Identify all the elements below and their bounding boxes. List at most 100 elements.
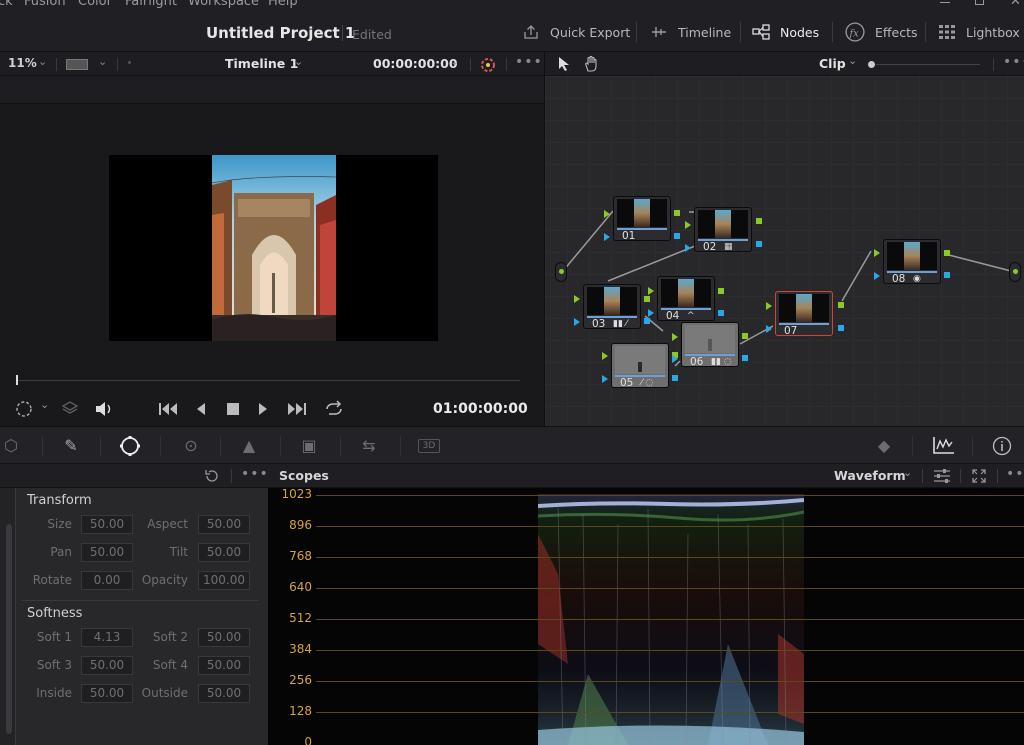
alpha-output-port[interactable] (756, 241, 762, 247)
window-list-strip[interactable] (0, 488, 16, 745)
settings-sliders-icon[interactable] (933, 468, 951, 484)
layers-icon[interactable] (61, 400, 79, 416)
alpha-output-port[interactable] (838, 325, 844, 331)
zoom-slider-handle[interactable] (868, 61, 875, 68)
window-icon[interactable] (118, 435, 142, 457)
maximize-icon[interactable] (975, 0, 984, 5)
tilt-field[interactable]: 50.00 (198, 543, 250, 562)
more-options-icon[interactable]: ••• (515, 54, 543, 70)
alpha-output-port[interactable] (742, 355, 748, 361)
node-08[interactable]: 08 ◉ (883, 239, 941, 285)
hand-icon[interactable] (583, 55, 601, 73)
rgb-output-port[interactable] (644, 296, 650, 302)
reset-icon[interactable] (204, 468, 220, 484)
rgb-output-port[interactable] (718, 288, 724, 294)
rgb-output-port[interactable] (742, 333, 748, 339)
viewer-mode-icon[interactable] (66, 59, 88, 70)
tracker-icon[interactable]: ⊙ (180, 435, 202, 457)
scrollbar[interactable] (6, 524, 12, 734)
scope-mode[interactable]: Waveform (834, 468, 906, 483)
alpha-output-port[interactable] (672, 375, 678, 381)
rotate-field[interactable]: 0.00 (81, 571, 133, 590)
more-options-icon[interactable]: ••• (241, 466, 269, 482)
menu-item-edit[interactable]: ck (0, 0, 13, 9)
rgb-output-port[interactable] (944, 250, 950, 256)
menu-item-color[interactable]: Color (78, 0, 112, 9)
inside-field[interactable]: 50.00 (81, 684, 133, 703)
pan-field[interactable]: 50.00 (81, 543, 133, 562)
timeline-button[interactable]: Timeline (650, 12, 731, 52)
chevron-down-icon[interactable]: ⌄ (450, 55, 459, 68)
chevron-down-icon[interactable]: ⌄ (40, 398, 49, 411)
blur-icon[interactable]: ▲ (238, 435, 260, 457)
expand-icon[interactable] (971, 468, 987, 484)
scrubber-track[interactable] (16, 380, 520, 381)
minimize-icon[interactable] (940, 2, 950, 3)
node-06[interactable]: 06 ▮▮ ◌ (681, 322, 739, 368)
eyedropper-icon[interactable]: ✎ (60, 435, 82, 457)
node-04[interactable]: 04 ^ (657, 276, 715, 322)
node-02[interactable]: 02 ▦ (694, 207, 752, 253)
soft1-field[interactable]: 4.13 (81, 628, 133, 647)
skip-forward-icon[interactable] (285, 402, 307, 416)
lightbox-button[interactable]: Lightbox (938, 12, 1020, 52)
skip-back-icon[interactable] (158, 402, 180, 416)
node-03[interactable]: 03 ▮▮ ⁄ (583, 284, 641, 330)
outside-field[interactable]: 50.00 (198, 684, 250, 703)
menu-item-workspace[interactable]: Workspace (188, 0, 259, 9)
soft4-field[interactable]: 50.00 (198, 656, 250, 675)
menu-bar: ck Fusion Color Fairlight Workspace Help… (0, 0, 1024, 12)
transform-title: Transform (27, 493, 92, 508)
chevron-down-icon[interactable]: ⌄ (294, 55, 303, 68)
rgb-output-port[interactable] (838, 302, 844, 308)
play-reverse-icon[interactable] (195, 402, 207, 416)
scopes-icon[interactable] (932, 435, 956, 455)
chevron-down-icon[interactable]: ⌄ (848, 54, 857, 67)
menu-item-help[interactable]: Help (268, 0, 298, 9)
volume-icon[interactable] (94, 401, 114, 417)
alpha-output-port[interactable] (944, 272, 950, 278)
node-07[interactable]: 07 (775, 291, 833, 337)
key-icon[interactable]: ▣ (298, 435, 320, 457)
more-options-icon[interactable]: ••• (1003, 54, 1024, 70)
stop-icon[interactable] (226, 402, 240, 416)
alpha-output-port[interactable] (644, 318, 650, 324)
effects-button[interactable]: fx Effects (845, 12, 918, 52)
nodes-button[interactable]: Nodes (752, 12, 819, 52)
chevron-down-icon[interactable]: ⌄ (98, 55, 107, 68)
loop-icon[interactable] (323, 400, 345, 418)
info-icon[interactable] (992, 436, 1012, 456)
menu-item-fusion[interactable]: Fusion (24, 0, 66, 9)
zoom-slider-track[interactable] (876, 64, 980, 65)
rgb-output-port[interactable] (756, 218, 762, 224)
timeline-name[interactable]: Timeline 1 (225, 56, 298, 71)
alpha-output-port[interactable] (718, 310, 724, 316)
rgb-input-icon (574, 295, 580, 303)
pointer-icon[interactable] (557, 56, 571, 72)
soft3-field[interactable]: 50.00 (81, 656, 133, 675)
zoom-level[interactable]: 11% (8, 56, 37, 70)
sizing-icon[interactable]: ⇆ (358, 435, 380, 457)
more-options-icon[interactable]: ••• (1006, 466, 1024, 482)
node-05[interactable]: 05 ⁄ ◌ (611, 343, 669, 389)
keyframes-icon[interactable]: ◆ (873, 435, 895, 457)
node-mode-label[interactable]: Clip (819, 56, 846, 71)
opacity-field[interactable]: 100.00 (198, 571, 250, 590)
play-icon[interactable] (257, 402, 269, 416)
target-icon[interactable] (14, 400, 36, 418)
node-01[interactable]: 01 (613, 196, 671, 242)
close-icon[interactable]: ✕ (1010, 0, 1021, 9)
size-field[interactable]: 50.00 (81, 515, 133, 534)
3d-icon[interactable]: 3D (418, 439, 440, 453)
color-wheel-icon[interactable] (479, 56, 497, 74)
rgb-output-port[interactable] (674, 210, 680, 216)
chevron-down-icon[interactable]: ⌄ (38, 55, 47, 68)
color-warper-icon[interactable]: ⬡ (0, 435, 22, 457)
playhead[interactable] (16, 375, 18, 385)
chevron-down-icon[interactable]: ⌄ (903, 466, 912, 479)
quick-export-button[interactable]: Quick Export (522, 12, 630, 52)
menu-item-fairlight[interactable]: Fairlight (125, 0, 177, 9)
soft2-field[interactable]: 50.00 (198, 628, 250, 647)
alpha-output-port[interactable] (674, 233, 680, 239)
aspect-field[interactable]: 50.00 (198, 515, 250, 534)
